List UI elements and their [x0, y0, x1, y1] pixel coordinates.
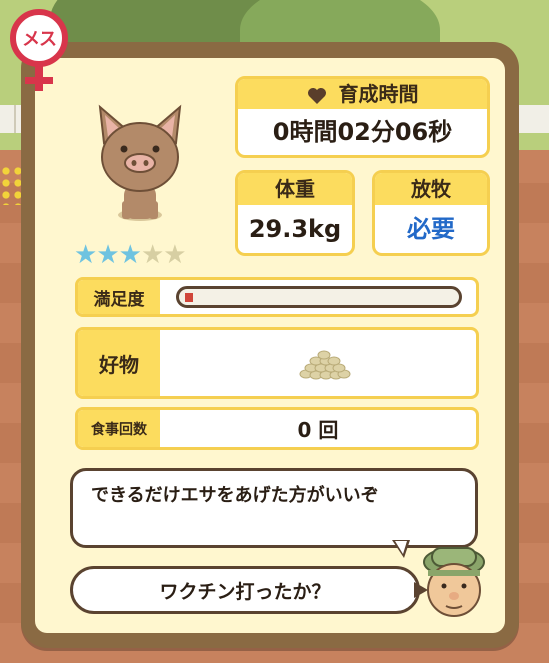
grazing-value: 必要 [407, 215, 455, 243]
favorite-food-label: 好物 [78, 330, 160, 396]
speech-bubble-tail [395, 541, 407, 554]
star-filled-icon: ★ [118, 240, 142, 270]
gender-badge: メス [6, 5, 86, 97]
star-empty-icon: ★ [140, 240, 164, 270]
heart-icon [307, 87, 326, 104]
weight-box: 体重 29.3kg [235, 170, 355, 256]
weight-value: 29.3kg [248, 215, 342, 243]
female-symbol-cross [25, 77, 53, 84]
star-filled-icon: ★ [96, 240, 119, 270]
raise-time-box: 育成時間 0時間02分06秒 [235, 76, 490, 158]
speech-bubble-vaccine[interactable]: ワクチン打ったか？ [70, 566, 420, 614]
weight-label: 体重 [238, 173, 352, 205]
satisfaction-row: 満足度 [75, 277, 479, 317]
grain-pile-icon [299, 350, 351, 380]
farmer-avatar [423, 547, 485, 617]
star-filled-icon: ★ [74, 240, 97, 270]
meal-count-row: 食事回数 0 回 [75, 407, 479, 450]
raise-time-header: 育成時間 [238, 79, 487, 109]
favorite-food-row: 好物 [75, 327, 479, 399]
pig-icon [98, 104, 182, 221]
meal-count-value: 0 回 [297, 418, 339, 442]
raise-time-value: 0時間02分06秒 [272, 118, 453, 146]
grazing-box: 放牧 必要 [372, 170, 490, 256]
speech-bubble-advice[interactable]: できるだけエサをあげた方がいいぞ [70, 468, 478, 548]
star-empty-icon: ★ [163, 240, 186, 270]
satisfaction-gauge-fill [185, 293, 193, 302]
female-icon: メス [10, 9, 68, 67]
satisfaction-label: 満足度 [78, 280, 160, 314]
rating-stars: ★★★★★ [74, 240, 187, 270]
gender-label: メス [22, 29, 57, 50]
raise-time-label: 育成時間 [338, 82, 419, 106]
grazing-label: 放牧 [375, 173, 487, 205]
satisfaction-gauge [176, 286, 462, 308]
advice-text: できるだけエサをあげた方がいいぞ [91, 485, 379, 506]
meal-count-label: 食事回数 [78, 410, 160, 447]
vaccine-question-text: ワクチン打ったか？ [159, 580, 331, 603]
